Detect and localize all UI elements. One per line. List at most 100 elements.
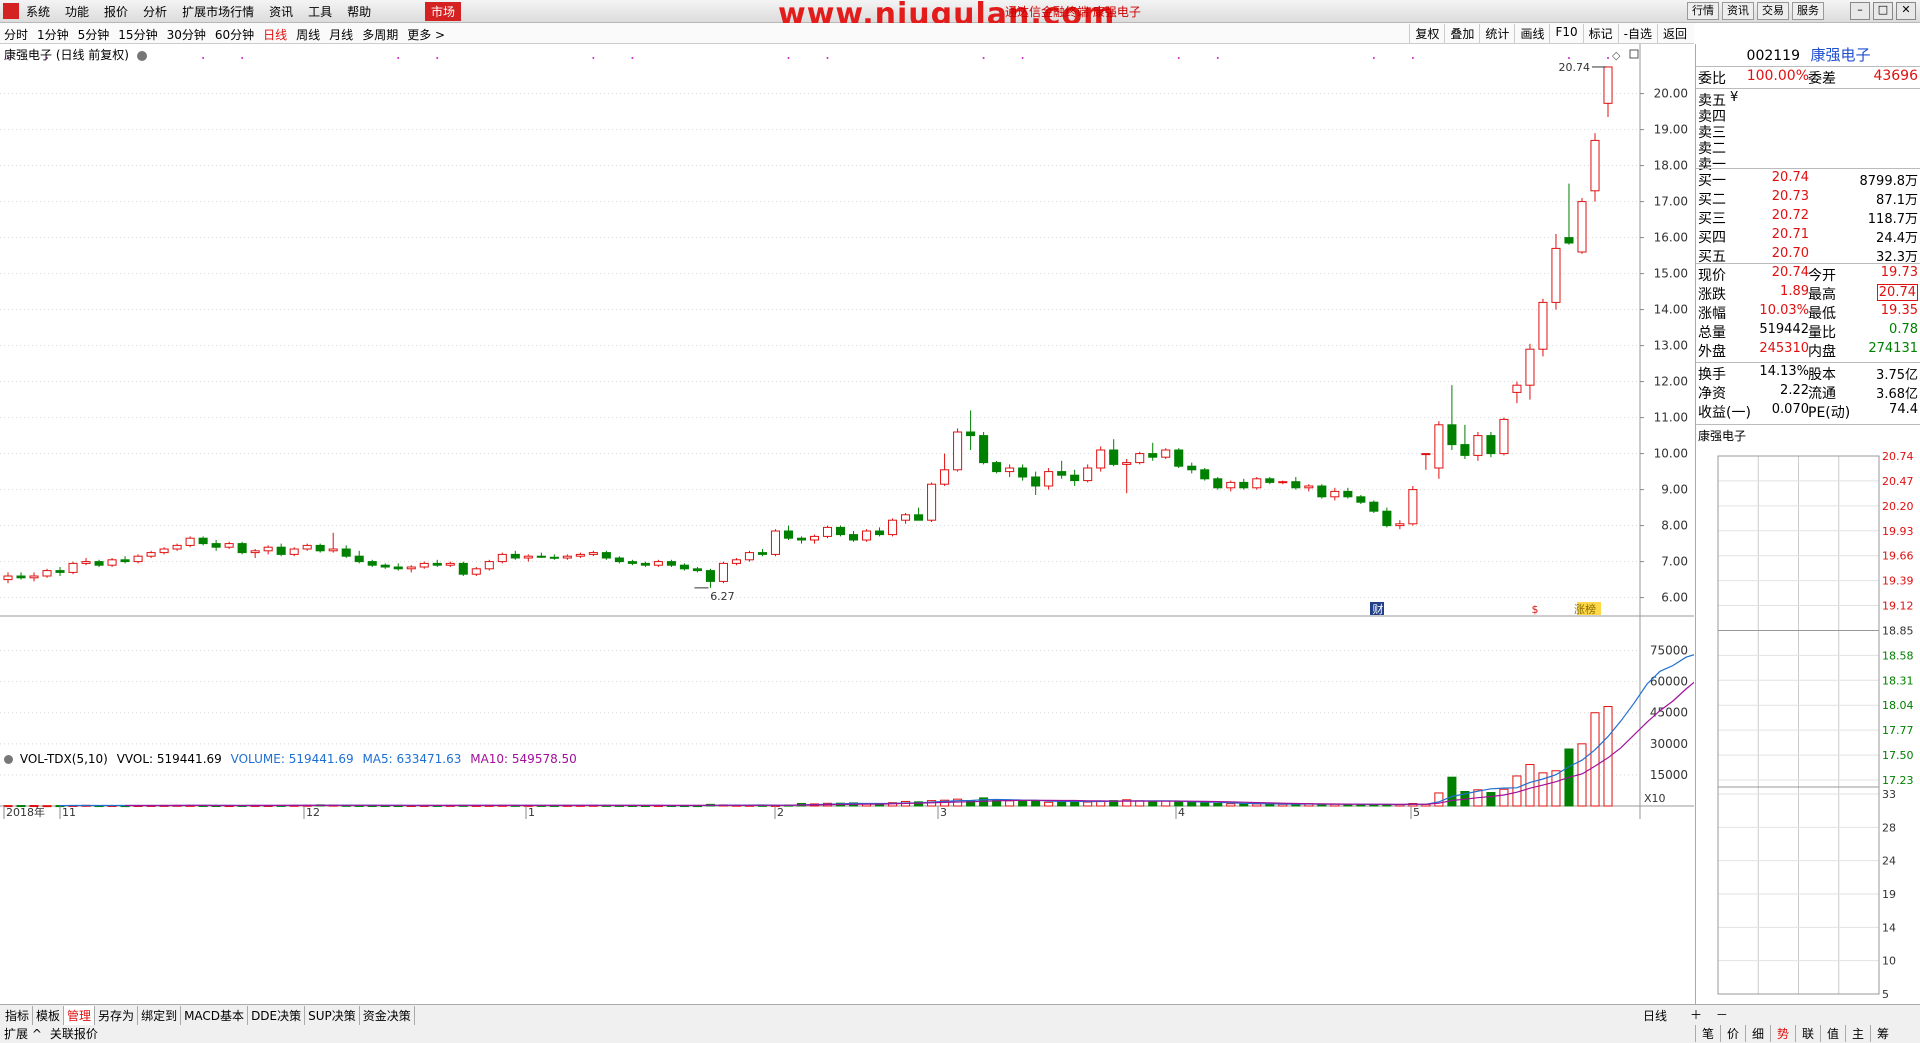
candle-body[interactable] — [1434, 424, 1444, 469]
candle-body[interactable] — [250, 550, 260, 554]
intraday-mini-chart[interactable]: 20.74 20.47 20.20 19.93 19.66 19.39 19.12 18.85… — [1696, 442, 1920, 1004]
zoom-in-icon[interactable]: ＋ — [1690, 1008, 1702, 1022]
candle-body[interactable] — [940, 469, 950, 485]
candle-body[interactable] — [1356, 496, 1366, 503]
volume-bar[interactable] — [1239, 803, 1249, 807]
candle-body[interactable] — [1135, 453, 1145, 464]
candle-body[interactable] — [705, 570, 715, 582]
candle-body[interactable] — [888, 519, 898, 536]
candle-body[interactable] — [992, 462, 1002, 473]
candle-body[interactable] — [835, 526, 846, 536]
candle-body[interactable] — [120, 559, 130, 563]
candle-body[interactable] — [1382, 510, 1392, 527]
volume-bar[interactable] — [1005, 800, 1015, 807]
candle-body[interactable] — [42, 570, 52, 577]
tool-button-7[interactable]: 返回 — [1656, 24, 1692, 43]
candle-body[interactable] — [29, 575, 39, 579]
close-icon[interactable]: ✕ — [1896, 2, 1916, 20]
candle-body[interactable] — [1122, 462, 1132, 465]
candle-body[interactable] — [1577, 201, 1587, 253]
candle-body[interactable] — [744, 552, 754, 561]
candle-body[interactable] — [1330, 490, 1340, 498]
candle-body[interactable] — [94, 561, 104, 566]
volume-bar[interactable] — [1590, 712, 1600, 807]
candle-body[interactable] — [172, 544, 182, 550]
bottom-tab-5[interactable]: MACD基本 — [181, 1006, 249, 1025]
quote-tab-0[interactable]: 笔 — [1695, 1025, 1720, 1042]
candle-body[interactable] — [679, 564, 689, 570]
period-tab-9[interactable]: 多周期 — [362, 26, 398, 43]
candle-body[interactable] — [1161, 449, 1171, 458]
bottom-row2-item-0[interactable]: 扩展 ^ — [4, 1025, 42, 1042]
event-marker[interactable]: 涨榜 — [1574, 602, 1596, 616]
quote-tab-5[interactable]: 值 — [1820, 1025, 1845, 1042]
candle-body[interactable] — [575, 553, 585, 557]
tool-button-5[interactable]: 标记 — [1582, 24, 1618, 43]
candle-body[interactable] — [1057, 471, 1067, 476]
top-button-2[interactable]: 交易 — [1757, 2, 1789, 20]
candle-body[interactable] — [1174, 449, 1184, 467]
period-tab-5[interactable]: 60分钟 — [215, 26, 254, 43]
candle-body[interactable] — [1226, 481, 1236, 489]
candle-body[interactable] — [770, 530, 781, 555]
candle-body[interactable] — [289, 548, 299, 555]
candle-body[interactable] — [1278, 481, 1288, 484]
candle-body[interactable] — [1291, 481, 1301, 489]
candle-body[interactable] — [1564, 237, 1574, 244]
kline-chart[interactable]: 20.00 19.00 18.00 17.00 16.00 15.00 14.00 13.00… — [0, 44, 1739, 1004]
tool-button-1[interactable]: 叠加 — [1444, 24, 1479, 43]
candle-body[interactable] — [731, 559, 741, 564]
candle-body[interactable] — [549, 556, 559, 559]
buy-row[interactable]: 买二 20.73 87.1万 — [1696, 189, 1920, 208]
maximize-icon[interactable]: □ — [1873, 2, 1893, 20]
candle-body[interactable] — [1538, 301, 1548, 350]
candle-body[interactable] — [979, 435, 989, 464]
candle-body[interactable] — [81, 561, 91, 564]
candle-body[interactable] — [588, 552, 598, 555]
candle-body[interactable] — [523, 555, 533, 559]
kline-chart-svg[interactable]: 20.0019.0018.0017.0016.0015.0014.0013.00… — [0, 44, 1739, 1004]
period-tab-2[interactable]: 5分钟 — [78, 26, 110, 43]
candle-body[interactable] — [445, 562, 455, 566]
candle-body[interactable] — [848, 534, 859, 541]
candle-body[interactable] — [146, 552, 156, 557]
quote-tab-2[interactable]: 细 — [1745, 1025, 1770, 1042]
settings-circle-icon[interactable] — [136, 50, 147, 61]
candle-body[interactable] — [328, 548, 338, 552]
candle-body[interactable] — [1343, 490, 1353, 498]
candle-body[interactable] — [1005, 467, 1015, 473]
candle-body[interactable] — [914, 514, 924, 521]
candle-body[interactable] — [614, 557, 624, 563]
candle-body[interactable] — [1265, 478, 1275, 483]
menu-item-1[interactable]: 功能 — [65, 3, 89, 20]
candle-body[interactable] — [1044, 471, 1054, 487]
period-tab-6[interactable]: 日线 — [263, 26, 287, 43]
bottom-tab-2[interactable]: 管理 — [64, 1006, 96, 1025]
quote-tab-7[interactable]: 筹 — [1870, 1025, 1895, 1042]
candle-body[interactable] — [471, 568, 481, 575]
period-tab-8[interactable]: 月线 — [329, 26, 353, 43]
tool-button-0[interactable]: 复权 — [1409, 24, 1444, 43]
candle-body[interactable] — [1083, 467, 1093, 482]
candle-body[interactable] — [302, 544, 312, 550]
bottom-tab-8[interactable]: 资金决策 — [360, 1006, 415, 1025]
sell-row[interactable]: 卖四 — [1696, 106, 1920, 125]
candle-body[interactable] — [1460, 444, 1470, 456]
sell-row[interactable]: 卖二 — [1696, 138, 1920, 157]
legend-toggle-icon[interactable] — [4, 755, 13, 764]
candle-body[interactable] — [497, 553, 507, 563]
volume-bar[interactable] — [1525, 764, 1535, 807]
candle-body[interactable] — [1200, 469, 1210, 480]
candle-body[interactable] — [16, 575, 26, 579]
volume-bar[interactable] — [1434, 792, 1444, 807]
candle-body[interactable] — [1109, 449, 1119, 465]
volume-bar[interactable] — [1031, 800, 1041, 807]
bottom-row2-item-1[interactable]: 关联报价 — [50, 1025, 98, 1042]
maximize-chart-icon[interactable] — [1629, 49, 1639, 59]
candle-body[interactable] — [406, 566, 416, 570]
bottom-tab-7[interactable]: SUP决策 — [305, 1006, 360, 1025]
candle-body[interactable] — [354, 555, 364, 563]
candle-body[interactable] — [875, 530, 885, 536]
sell-row[interactable]: 卖五 ¥ — [1696, 90, 1920, 109]
menu-item-4[interactable]: 扩展市场行情 — [182, 3, 254, 20]
